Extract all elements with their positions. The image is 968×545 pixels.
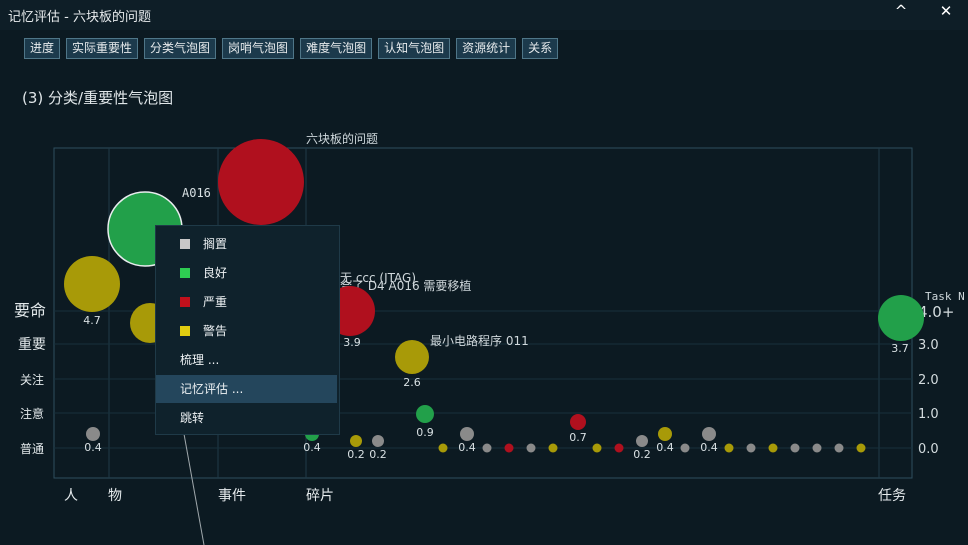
- menu-item-organize[interactable]: 梳理 ...: [156, 346, 337, 374]
- bubble-label: A016: [182, 186, 211, 200]
- menu-item-label: 梳理 ...: [180, 353, 220, 367]
- y-level-label: 要命: [14, 301, 46, 320]
- right-tick-label: 0.0: [918, 442, 939, 457]
- y-level-label: 注意: [20, 406, 44, 421]
- menu-item-label: 良好: [203, 266, 228, 280]
- small-bubble: [680, 443, 690, 453]
- bubble-label: 0.2: [633, 448, 651, 461]
- small-bubble: [834, 443, 844, 453]
- y-level-label: 普通: [20, 442, 44, 456]
- bubble: [416, 405, 434, 423]
- chart-title: 六块板的问题: [306, 131, 378, 146]
- bubble: [395, 340, 429, 374]
- bubble-label: 0.4: [700, 441, 718, 454]
- bubble-label: 0.2: [369, 448, 387, 461]
- right-axis-label: Task N: [925, 290, 965, 303]
- bubble-label: 0.9: [416, 426, 434, 439]
- bubble: [64, 256, 120, 312]
- right-tick-label: 3.0: [918, 338, 939, 353]
- small-bubble: [812, 443, 822, 453]
- menu-item-memory-eval[interactable]: 记忆评估 ...: [156, 375, 337, 403]
- bubble: [218, 139, 304, 225]
- yellow-swatch: [180, 326, 190, 336]
- small-bubble: [482, 443, 492, 453]
- annotation-text: 最小电路程序 011: [430, 333, 529, 348]
- bubble-chart: 六块板的问题普通注意关注重要要命0.01.02.03.04.0+Task N人物…: [14, 131, 965, 545]
- small-bubble: [504, 443, 514, 453]
- small-bubble: [768, 443, 778, 453]
- bubble: [658, 427, 672, 441]
- bubble: [86, 427, 100, 441]
- bubble-label: 0.4: [84, 441, 102, 454]
- context-menu: 搁置 良好 严重 警告 梳理 ... 记忆评估 ... 跳转: [155, 225, 340, 435]
- category-label: 人: [64, 488, 78, 504]
- bubble: [878, 295, 924, 341]
- right-tick-label: 1.0: [918, 407, 939, 422]
- bubble-label: 2.6: [403, 376, 421, 389]
- small-bubble: [746, 443, 756, 453]
- bubble: [570, 414, 586, 430]
- menu-item-warning[interactable]: 警告: [156, 317, 337, 345]
- small-bubble: [548, 443, 558, 453]
- right-tick-label: 2.0: [918, 373, 939, 388]
- menu-item-jump[interactable]: 跳转: [156, 404, 337, 432]
- category-label: 任务: [878, 488, 906, 504]
- menu-item-label: 跳转: [180, 411, 205, 425]
- category-label: 事件: [218, 488, 246, 504]
- small-bubble: [592, 443, 602, 453]
- small-bubble: [790, 443, 800, 453]
- bubble: [702, 427, 716, 441]
- menu-item-label: 警告: [203, 324, 228, 338]
- category-label: 碎片: [306, 488, 334, 504]
- bubble-label: 0.4: [458, 441, 476, 454]
- small-bubble: [438, 443, 448, 453]
- menu-item-good[interactable]: 良好: [156, 259, 337, 287]
- menu-item-severe[interactable]: 严重: [156, 288, 337, 316]
- small-bubble: [526, 443, 536, 453]
- small-bubble: [856, 443, 866, 453]
- bubble: [372, 435, 384, 447]
- bubble-label: 0.4: [656, 441, 674, 454]
- bubble-label: 0.4: [303, 441, 321, 454]
- bubble: [636, 435, 648, 447]
- menu-item-label: 严重: [203, 295, 228, 309]
- bubble: [350, 435, 362, 447]
- gray-swatch: [180, 239, 190, 249]
- bubble-label: 3.9: [343, 336, 361, 349]
- small-bubble: [614, 443, 624, 453]
- menu-item-label: 记忆评估 ...: [180, 382, 244, 396]
- bubble-label: 0.7: [569, 431, 587, 444]
- connector-line: [183, 433, 205, 545]
- red-swatch: [180, 297, 190, 307]
- small-bubble: [724, 443, 734, 453]
- green-swatch: [180, 268, 190, 278]
- y-level-label: 重要: [18, 337, 46, 353]
- menu-item-label: 搁置: [203, 237, 228, 251]
- bubble-label: 3.7: [891, 342, 909, 355]
- menu-item-shelve[interactable]: 搁置: [156, 230, 337, 258]
- category-label: 物: [108, 488, 122, 504]
- bubble-label: 4.7: [83, 314, 101, 327]
- y-level-label: 关注: [20, 372, 44, 387]
- bubble: [460, 427, 474, 441]
- bubble-label: 0.2: [347, 448, 365, 461]
